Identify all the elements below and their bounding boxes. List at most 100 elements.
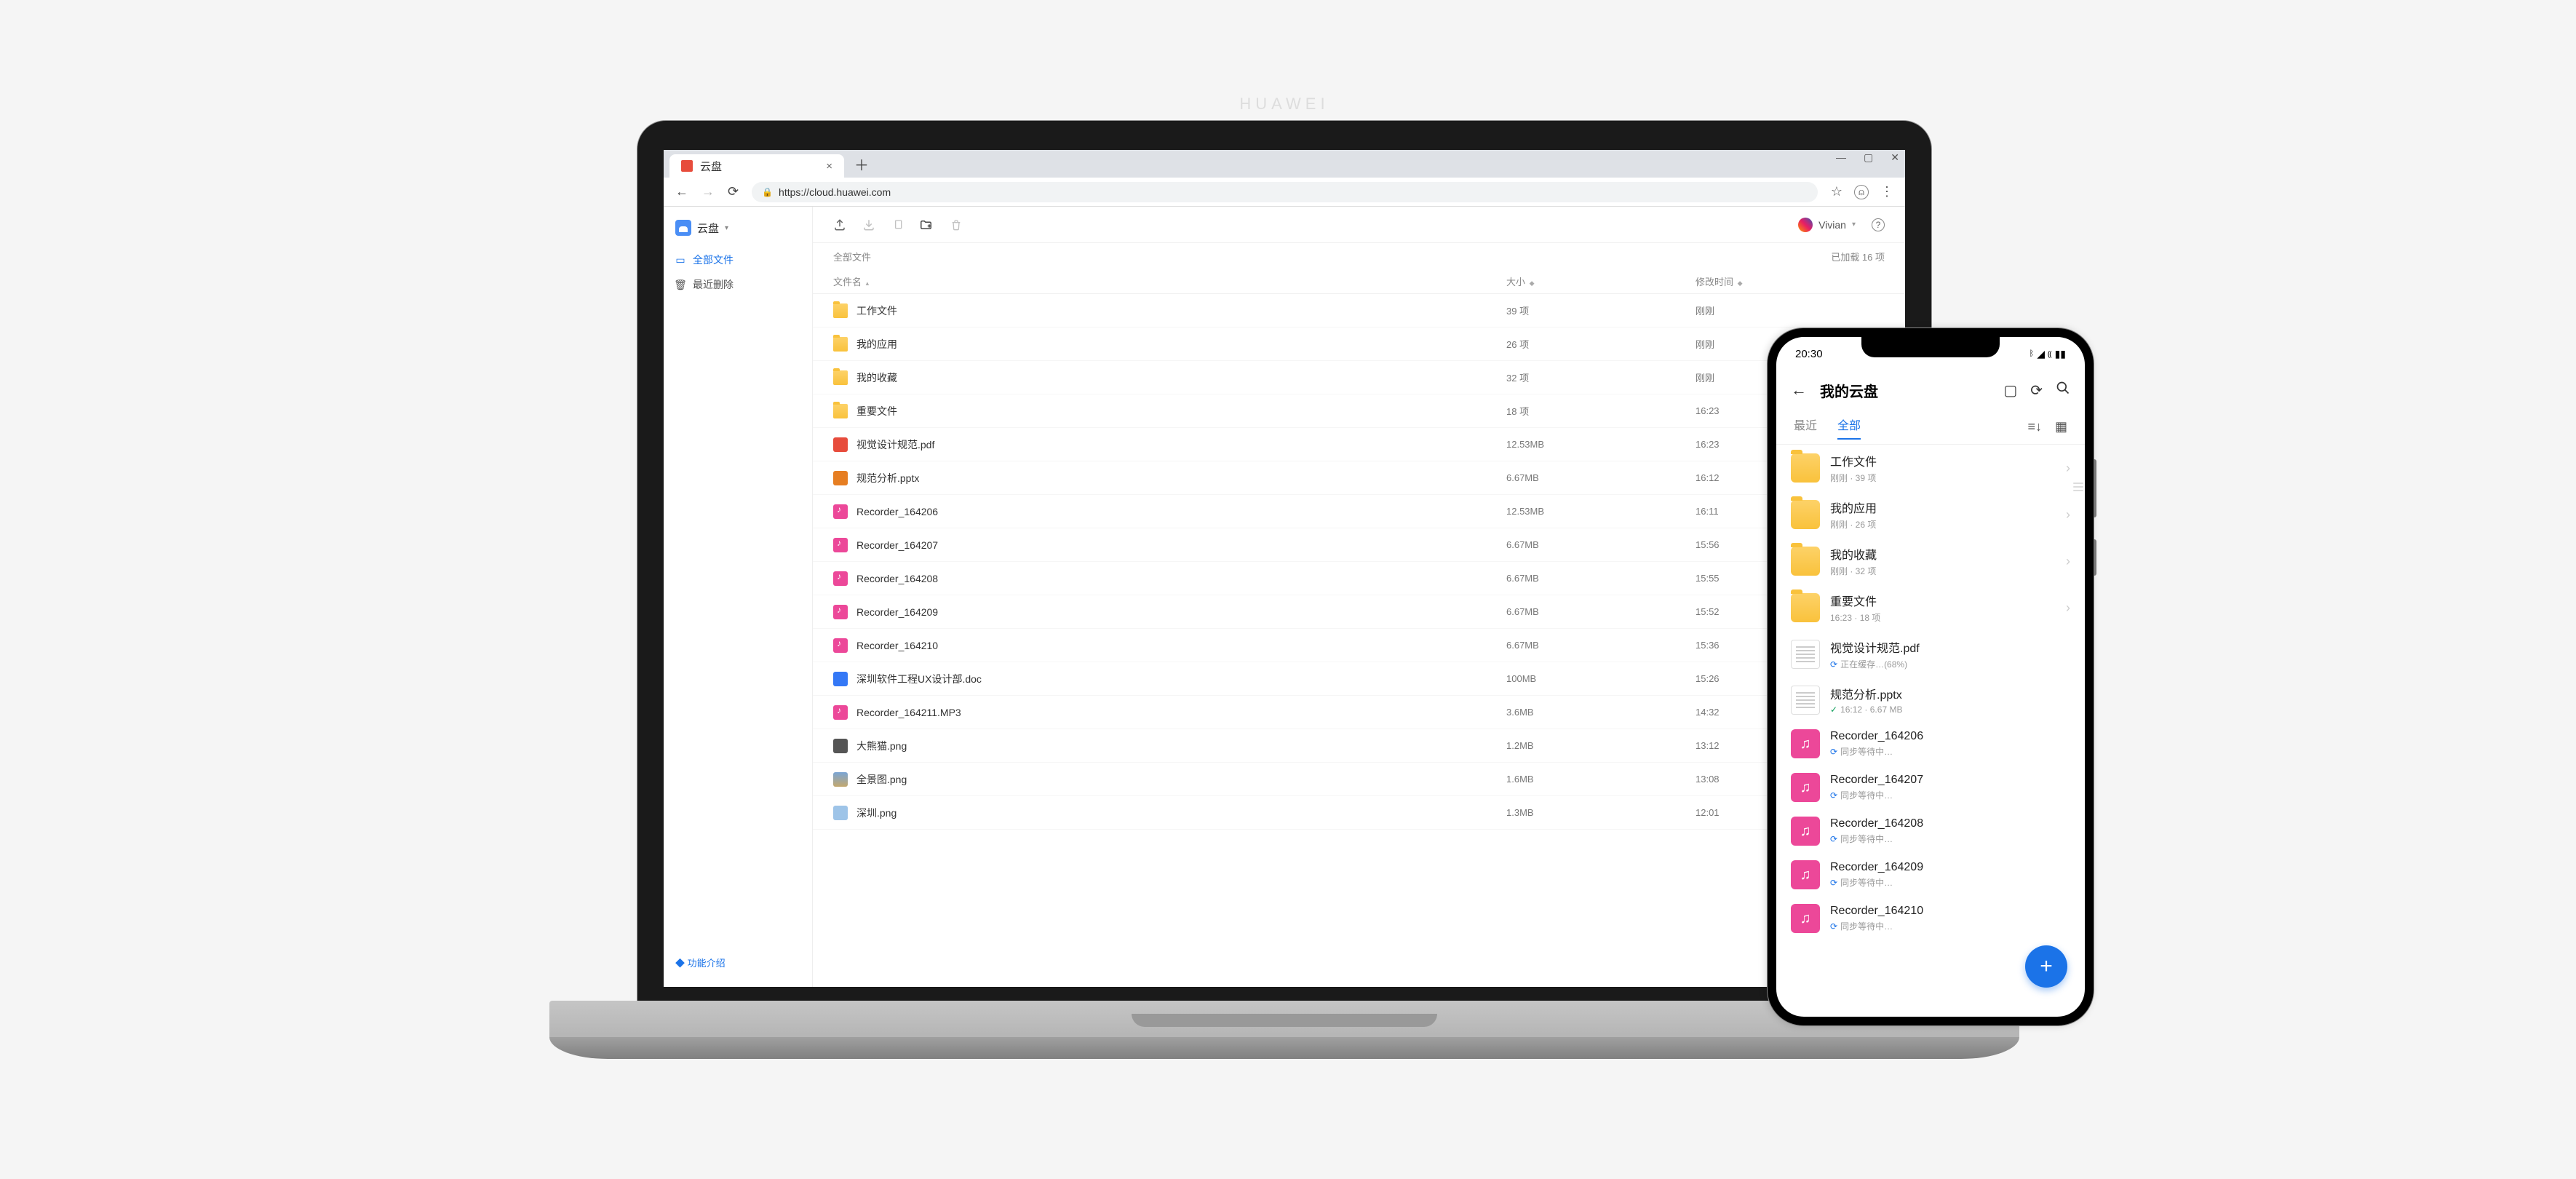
close-window-icon[interactable]: ✕ bbox=[1891, 151, 1899, 164]
file-type-icon bbox=[833, 571, 848, 586]
grid-view-icon[interactable]: ▦ bbox=[2055, 419, 2067, 434]
phone-list-item[interactable]: Recorder_164206 ⟳ 同步等待中… bbox=[1776, 722, 2085, 766]
file-type-icon bbox=[1791, 729, 1820, 758]
file-row[interactable]: 规范分析.pptx 6.67MB 16:12 bbox=[813, 461, 1905, 495]
sidebar-item-label: 全部文件 bbox=[693, 253, 734, 267]
sort-icon[interactable]: ≡↓ bbox=[2027, 419, 2042, 434]
file-type-icon bbox=[833, 504, 848, 519]
sidebar-item-all-files[interactable]: ▭ 全部文件 bbox=[664, 247, 812, 272]
column-time[interactable]: 修改时间 ◆ bbox=[1696, 274, 1885, 288]
phone-file-list[interactable]: 工作文件 刚刚 · 39 项 › 我的应用 刚刚 · 26 项 › 我的收藏 刚… bbox=[1776, 445, 2085, 1017]
file-name: Recorder_164210 bbox=[856, 640, 938, 651]
sync-icon: ⟳ bbox=[1830, 747, 1837, 757]
tab-recent[interactable]: 最近 bbox=[1794, 416, 1817, 439]
browser-tab-active[interactable]: 云盘 × bbox=[669, 154, 844, 178]
delete-icon[interactable] bbox=[950, 218, 963, 231]
reload-icon[interactable]: ⟳ bbox=[728, 184, 739, 199]
upload-icon[interactable] bbox=[833, 218, 846, 231]
file-size: 32 项 bbox=[1506, 370, 1696, 384]
phone-list-item[interactable]: 视觉设计规范.pdf ⟳ 正在缓存…(68%) bbox=[1776, 631, 2085, 678]
file-size: 1.6MB bbox=[1506, 774, 1696, 785]
status-time: 20:30 bbox=[1795, 348, 1823, 360]
file-type-icon bbox=[1791, 500, 1820, 529]
menu-dots-icon[interactable]: ⋮ bbox=[1880, 184, 1893, 199]
phone-list-item[interactable]: Recorder_164207 ⟳ 同步等待中… bbox=[1776, 766, 2085, 809]
phone-header: ← 我的云盘 ▢ ⟳ bbox=[1776, 370, 2085, 410]
download-icon[interactable] bbox=[862, 218, 875, 231]
file-size: 3.6MB bbox=[1506, 707, 1696, 718]
url-text: https://cloud.huawei.com bbox=[779, 186, 891, 198]
help-icon[interactable]: ? bbox=[1872, 218, 1885, 231]
phone-list-item[interactable]: 工作文件 刚刚 · 39 项 › bbox=[1776, 445, 2085, 491]
phone-list-item[interactable]: Recorder_164209 ⟳ 同步等待中… bbox=[1776, 853, 2085, 897]
file-type-icon bbox=[1791, 686, 1820, 715]
phone-list-item[interactable]: 规范分析.pptx ✓ 16:12 · 6.67 MB bbox=[1776, 678, 2085, 722]
file-row[interactable]: 深圳软件工程UX设计部.doc 100MB 15:26 bbox=[813, 662, 1905, 696]
file-row[interactable]: 全景图.png 1.6MB 13:08 bbox=[813, 763, 1905, 796]
transfer-icon[interactable]: ⟳ bbox=[2030, 381, 2043, 400]
profile-icon[interactable]: ⍝ bbox=[1854, 185, 1869, 199]
bluetooth-icon: ᛒ bbox=[2030, 349, 2035, 358]
phone-list-item[interactable]: Recorder_164210 ⟳ 同步等待中… bbox=[1776, 897, 2085, 940]
copy-icon[interactable] bbox=[891, 218, 905, 231]
phone-list-item[interactable]: 我的应用 刚刚 · 26 项 › bbox=[1776, 491, 2085, 538]
file-row[interactable]: Recorder_164207 6.67MB 15:56 bbox=[813, 528, 1905, 562]
item-meta: ⟳ 同步等待中… bbox=[1830, 833, 2070, 845]
file-row[interactable]: Recorder_164209 6.67MB 15:52 bbox=[813, 595, 1905, 629]
file-row[interactable]: 我的收藏 32 项 刚刚 bbox=[813, 361, 1905, 394]
sidebar-item-recent-delete[interactable]: 🗑 最近删除 bbox=[664, 272, 812, 297]
item-meta: 16:23 · 18 项 bbox=[1830, 611, 2056, 624]
url-input[interactable]: 🔒 https://cloud.huawei.com bbox=[752, 182, 1818, 202]
minimize-icon[interactable]: — bbox=[1836, 151, 1846, 164]
monitor-icon[interactable]: ▢ bbox=[2003, 381, 2017, 400]
file-row[interactable]: 大熊猫.png 1.2MB 13:12 bbox=[813, 729, 1905, 763]
phone-list-item[interactable]: 我的收藏 刚刚 · 32 项 › bbox=[1776, 538, 2085, 584]
tab-all[interactable]: 全部 bbox=[1837, 416, 1861, 439]
sidebar-footer-link[interactable]: ◆ 功能介绍 bbox=[664, 947, 812, 978]
main-panel: Vivian ▾ ? 全部文件 已加载 16 项 文件名 ▴ 大小 ◆ bbox=[813, 207, 1905, 987]
edge-handle[interactable] bbox=[2073, 483, 2083, 491]
file-row[interactable]: Recorder_164210 6.67MB 15:36 bbox=[813, 629, 1905, 662]
item-meta: ⟳ 正在缓存…(68%) bbox=[1830, 658, 2070, 670]
file-name: Recorder_164211.MP3 bbox=[856, 707, 961, 718]
bookmark-star-icon[interactable]: ☆ bbox=[1831, 184, 1842, 199]
back-icon[interactable]: ← bbox=[675, 184, 688, 199]
item-name: Recorder_164206 bbox=[1830, 730, 2070, 743]
breadcrumb[interactable]: 全部文件 bbox=[833, 250, 871, 263]
maximize-icon[interactable]: ▢ bbox=[1864, 151, 1873, 164]
item-name: 重要文件 bbox=[1830, 592, 2056, 609]
file-row[interactable]: 工作文件 39 项 刚刚 bbox=[813, 294, 1905, 328]
chevron-down-icon: ▾ bbox=[1852, 221, 1856, 229]
file-name: Recorder_164208 bbox=[856, 573, 938, 584]
file-size: 6.67MB bbox=[1506, 573, 1696, 584]
user-menu[interactable]: Vivian ▾ bbox=[1798, 218, 1856, 232]
file-row[interactable]: 视觉设计规范.pdf 12.53MB 16:23 bbox=[813, 428, 1905, 461]
file-row[interactable]: Recorder_164208 6.67MB 15:55 bbox=[813, 562, 1905, 595]
file-type-icon bbox=[833, 739, 848, 753]
file-row[interactable]: 我的应用 26 项 刚刚 bbox=[813, 328, 1905, 361]
new-tab-button[interactable]: ＋ bbox=[854, 154, 869, 175]
file-type-icon bbox=[833, 538, 848, 552]
file-type-icon bbox=[1791, 773, 1820, 802]
file-row[interactable]: Recorder_164211.MP3 3.6MB 14:32 bbox=[813, 696, 1905, 729]
column-size[interactable]: 大小 ◆ bbox=[1506, 274, 1696, 288]
file-row[interactable]: Recorder_164206 12.53MB 16:11 bbox=[813, 495, 1905, 528]
close-icon[interactable]: × bbox=[826, 160, 832, 172]
sidebar-app-header[interactable]: 云盘 ▾ bbox=[664, 215, 812, 247]
toolbar: Vivian ▾ ? bbox=[813, 207, 1905, 243]
phone-list-item[interactable]: 重要文件 16:23 · 18 项 › bbox=[1776, 584, 2085, 631]
search-icon[interactable] bbox=[2056, 381, 2070, 400]
file-row[interactable]: 重要文件 18 项 16:23 bbox=[813, 394, 1905, 428]
column-name[interactable]: 文件名 ▴ bbox=[833, 274, 1506, 288]
check-icon: ✓ bbox=[1830, 704, 1837, 715]
add-fab-button[interactable]: + bbox=[2025, 945, 2067, 988]
item-meta: ✓ 16:12 · 6.67 MB bbox=[1830, 704, 2070, 715]
sidebar-app-name: 云盘 bbox=[697, 221, 719, 236]
phone-list-item[interactable]: Recorder_164208 ⟳ 同步等待中… bbox=[1776, 809, 2085, 853]
file-row[interactable]: 深圳.png 1.3MB 12:01 bbox=[813, 796, 1905, 830]
forward-icon[interactable]: → bbox=[701, 184, 715, 199]
back-icon[interactable]: ← bbox=[1791, 381, 1807, 400]
new-folder-icon[interactable] bbox=[921, 218, 934, 231]
file-name: 全景图.png bbox=[856, 772, 907, 787]
item-count: 已加载 16 项 bbox=[1831, 250, 1885, 263]
